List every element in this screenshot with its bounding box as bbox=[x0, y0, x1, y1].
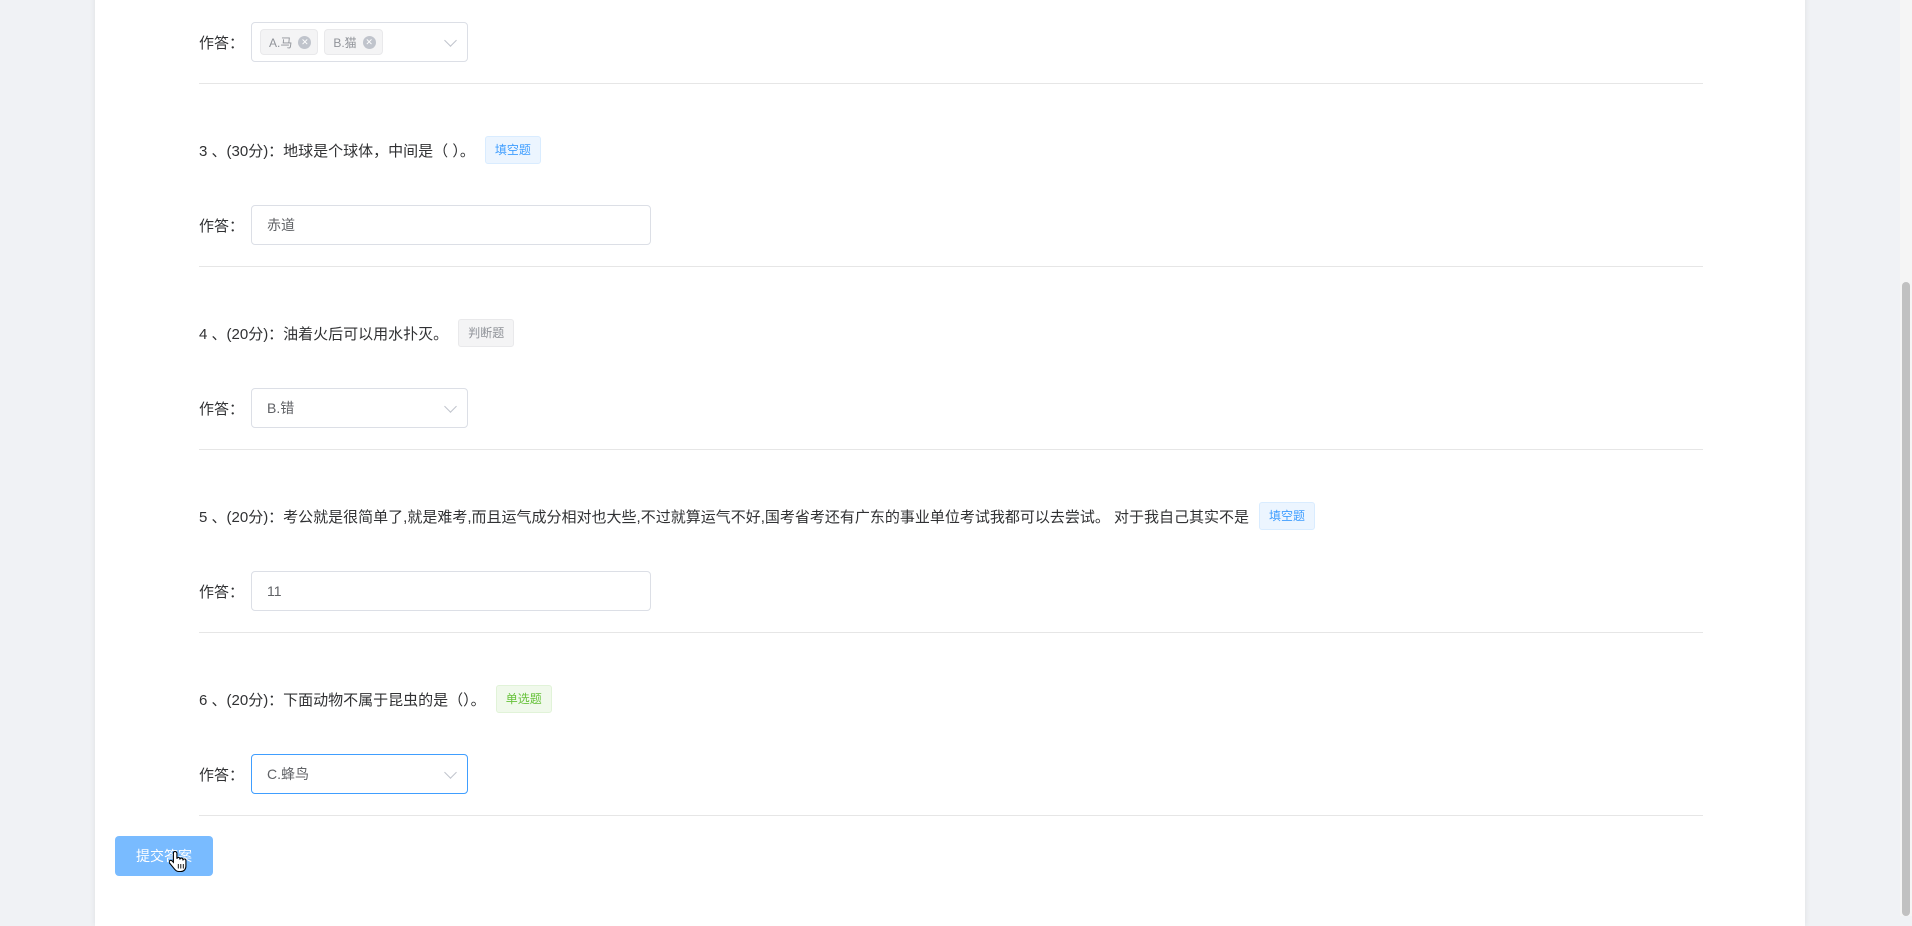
question-text: 5 、(20分)：考公就是很简单了,就是难考,而且运气成分相对也大些,不过就算运… bbox=[199, 508, 1250, 526]
multi-select-answer[interactable]: A.马 ✕ B.猫 ✕ bbox=[251, 22, 468, 62]
answer-label: 作答： bbox=[199, 217, 245, 235]
scrollbar-thumb[interactable] bbox=[1902, 282, 1910, 916]
answer-row: 作答： 11 bbox=[199, 571, 651, 611]
divider bbox=[199, 815, 1703, 816]
close-circle-icon[interactable]: ✕ bbox=[362, 35, 376, 49]
selected-value: B.错 bbox=[267, 400, 295, 416]
answer-row: 作答： 赤道 bbox=[199, 205, 651, 245]
answer-label: 作答： bbox=[199, 400, 245, 418]
answer-input[interactable]: 赤道 bbox=[251, 205, 651, 245]
submit-answers-button[interactable]: 提交答案 bbox=[115, 836, 213, 876]
chevron-down-icon bbox=[444, 34, 457, 47]
hand-pointer-cursor-icon bbox=[169, 850, 187, 873]
answer-label: 作答： bbox=[199, 34, 245, 52]
divider bbox=[199, 83, 1703, 84]
divider bbox=[199, 266, 1703, 267]
answer-select[interactable]: B.错 bbox=[251, 388, 468, 428]
question-title: 3 、(30分)：地球是个球体，中间是（ ）。 填空题 bbox=[199, 134, 541, 166]
answer-row: 作答： B.错 bbox=[199, 388, 468, 428]
page-scrollbar[interactable] bbox=[1900, 0, 1912, 916]
selected-chip: B.猫 ✕ bbox=[324, 29, 383, 55]
question-title: 6 、(20分)：下面动物不属于昆虫的是（）。 单选题 bbox=[199, 683, 552, 715]
selected-value: C.蜂鸟 bbox=[267, 766, 309, 782]
divider bbox=[199, 449, 1703, 450]
selected-chip: A.马 ✕ bbox=[260, 29, 319, 55]
question-title: 4 、(20分)：油着火后可以用水扑灭。 判断题 bbox=[199, 317, 515, 349]
answer-input[interactable]: 11 bbox=[251, 571, 651, 611]
question-text: 4 、(20分)：油着火后可以用水扑灭。 bbox=[199, 325, 449, 343]
chevron-down-icon bbox=[444, 766, 457, 779]
close-circle-icon[interactable]: ✕ bbox=[298, 35, 312, 49]
question-type-tag: 判断题 bbox=[458, 319, 515, 347]
chip-label: B.猫 bbox=[333, 35, 357, 50]
question-title: 5 、(20分)：考公就是很简单了,就是难考,而且运气成分相对也大些,不过就算运… bbox=[199, 500, 1316, 532]
answer-select[interactable]: C.蜂鸟 bbox=[251, 754, 468, 794]
answer-label: 作答： bbox=[199, 583, 245, 601]
question-type-tag: 单选题 bbox=[495, 685, 552, 713]
question-text: 6 、(20分)：下面动物不属于昆虫的是（）。 bbox=[199, 691, 486, 709]
question-text: 3 、(30分)：地球是个球体，中间是（ ）。 bbox=[199, 142, 475, 160]
question-type-tag: 填空题 bbox=[1259, 502, 1316, 530]
chevron-down-icon bbox=[444, 400, 457, 413]
answer-row: 作答： A.马 ✕ B.猫 ✕ bbox=[199, 22, 468, 62]
answer-label: 作答： bbox=[199, 766, 245, 784]
divider bbox=[199, 632, 1703, 633]
chip-label: A.马 bbox=[269, 35, 293, 50]
answer-row: 作答： C.蜂鸟 bbox=[199, 754, 468, 794]
question-type-tag: 填空题 bbox=[484, 136, 541, 164]
